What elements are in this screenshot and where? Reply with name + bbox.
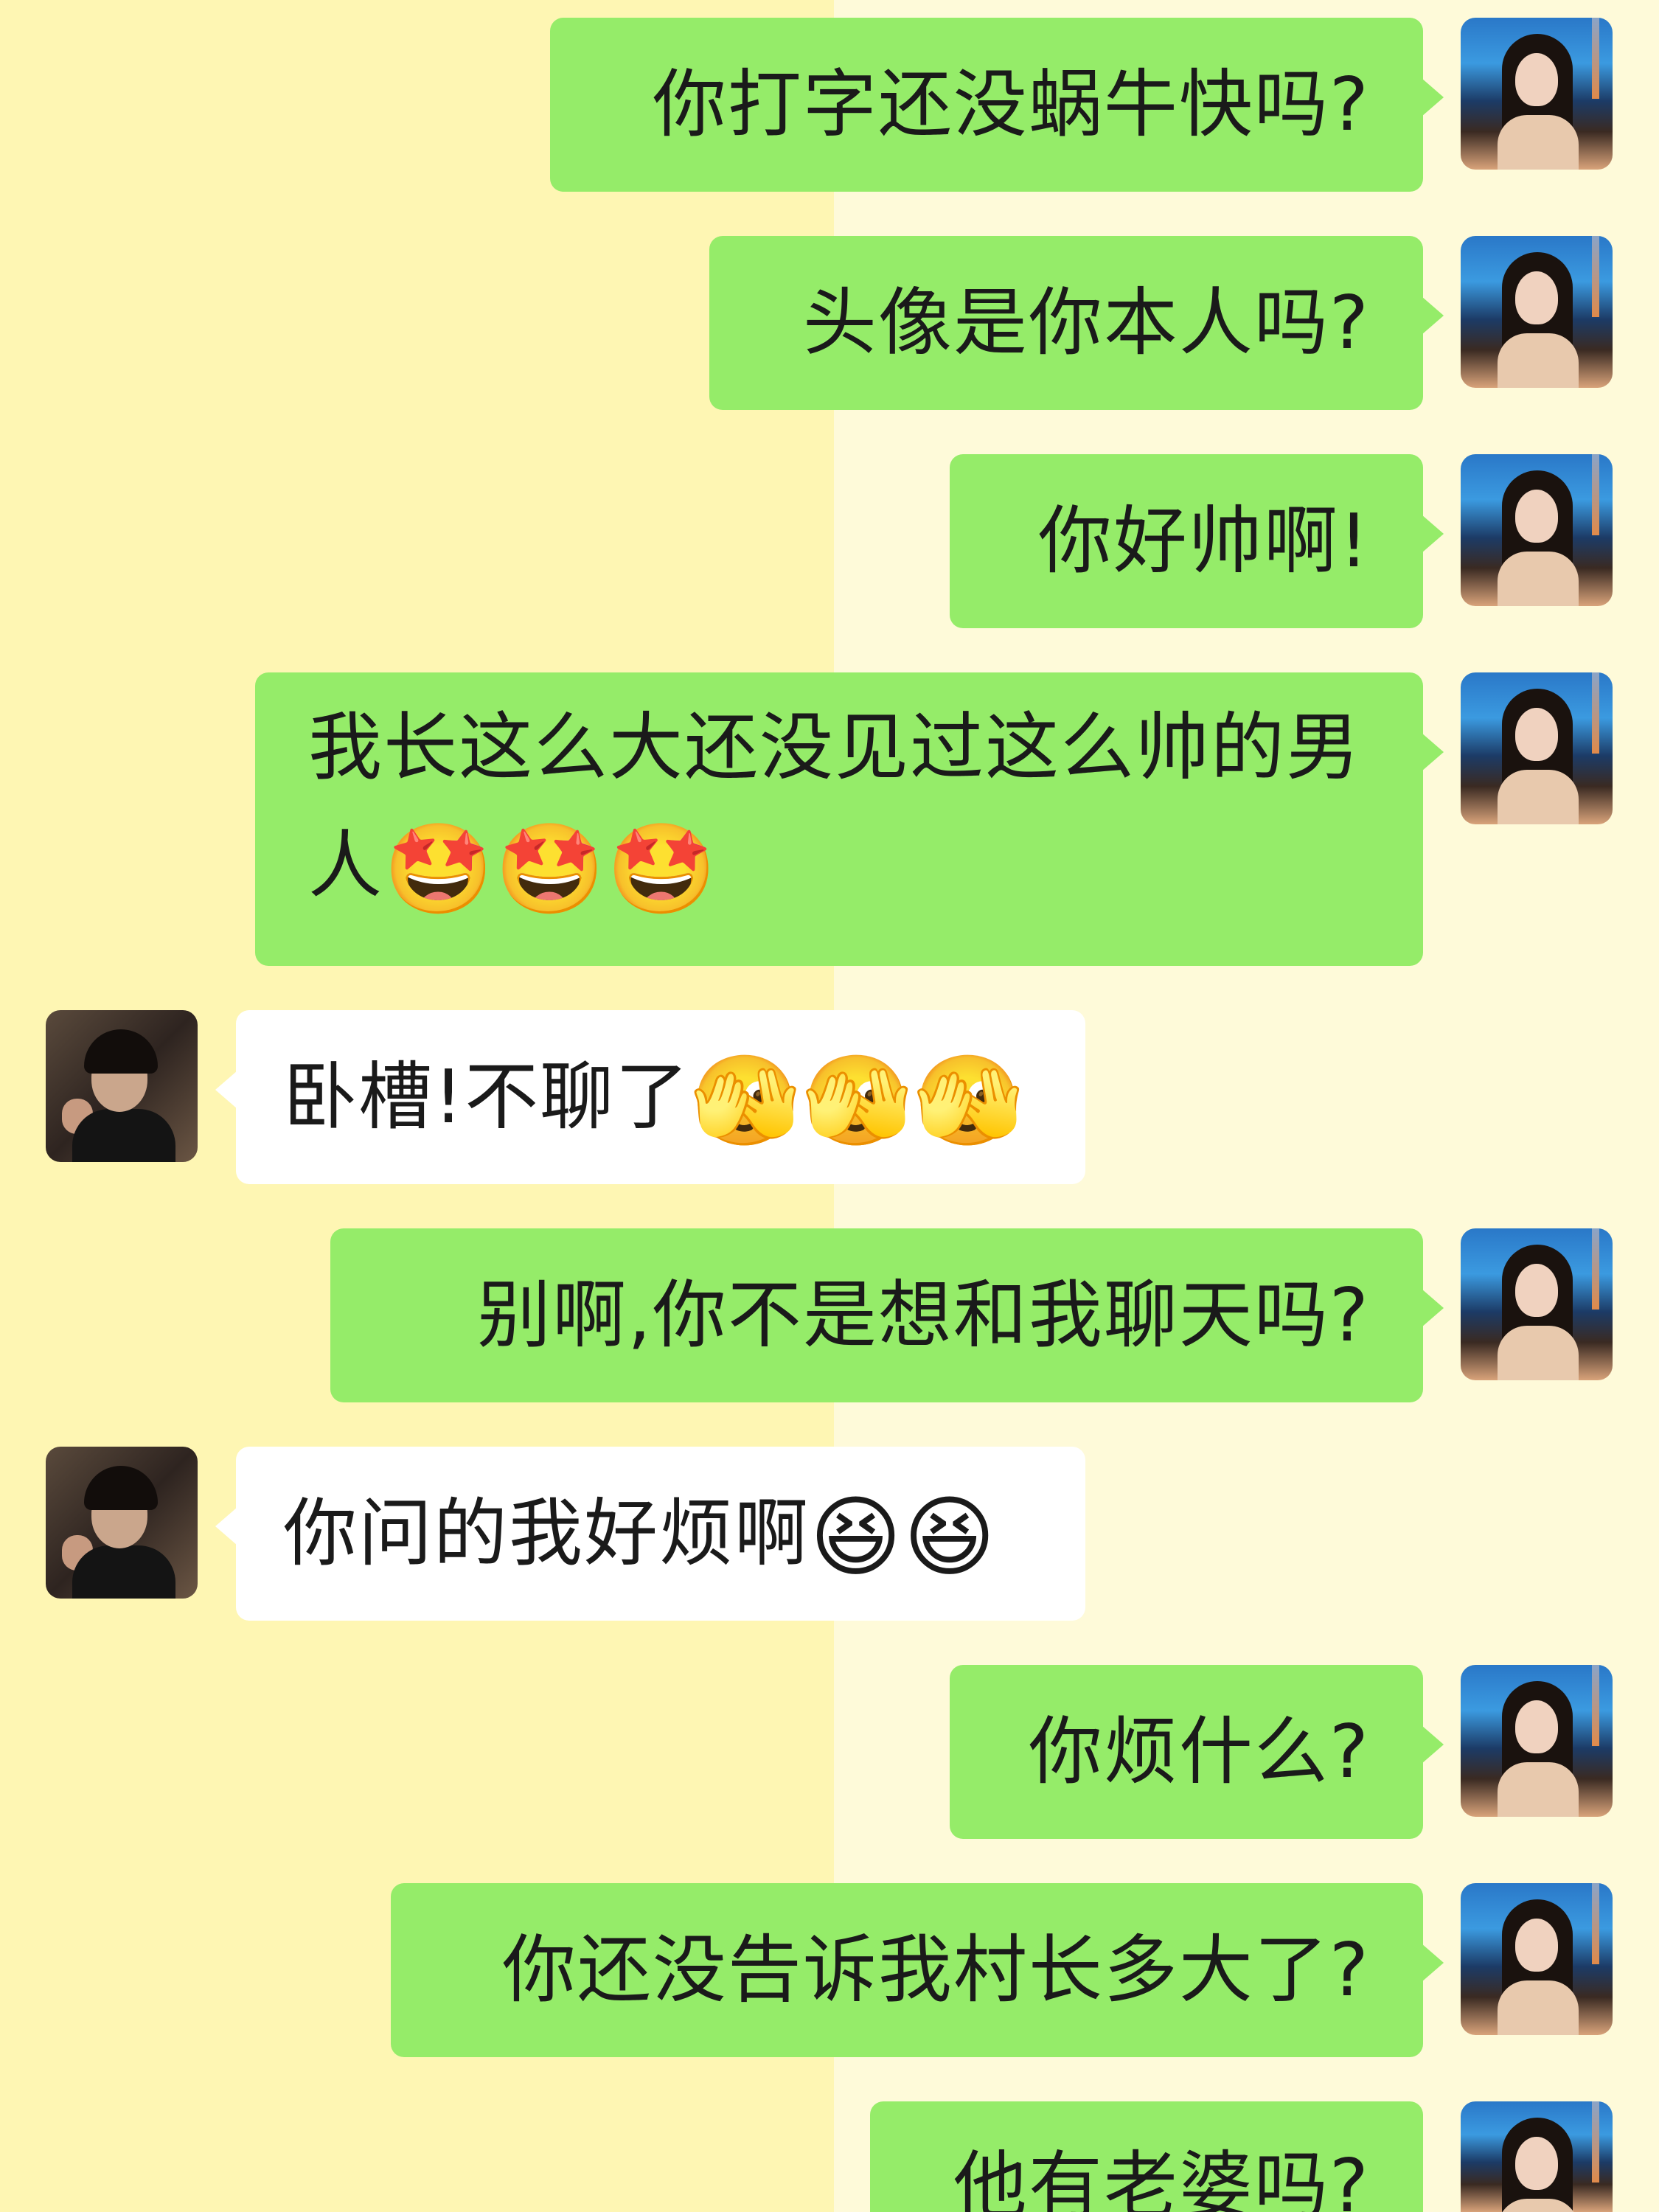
star-struck-emoji: 🤩🤩🤩 [383, 818, 719, 921]
message-bubble-sent[interactable]: 你打字还没蜗牛快吗? [550, 18, 1444, 192]
message-text: 你还没告诉我村长多大了? [501, 1927, 1370, 2013]
message-bubble-received[interactable]: 卧槽!不聊了🫣🫣🫣 [215, 1010, 1085, 1184]
message-text: 他有老婆吗? [953, 2143, 1370, 2212]
message-text: 别啊,你不是想和我聊天吗? [477, 1272, 1370, 1358]
my-avatar[interactable] [1461, 1228, 1613, 1380]
my-avatar[interactable] [1461, 18, 1613, 170]
my-avatar[interactable] [1461, 2101, 1613, 2212]
my-avatar[interactable] [1461, 1665, 1613, 1817]
message-bubble-sent[interactable]: 头像是你本人吗? [709, 236, 1444, 410]
message-bubble-sent[interactable]: 你好帅啊! [950, 454, 1444, 628]
message-bubble-sent[interactable]: 你烦什么? [950, 1665, 1444, 1839]
my-avatar[interactable] [1461, 1883, 1613, 2035]
peeking-emoji: 🫣🫣🫣 [690, 1050, 1026, 1152]
my-avatar[interactable] [1461, 236, 1613, 388]
message-text: 你打字还没蜗牛快吗? [652, 61, 1370, 147]
my-avatar[interactable] [1461, 454, 1613, 606]
message-bubble-sent[interactable]: 他有老婆吗? [870, 2101, 1423, 2212]
message-bubble-sent[interactable]: 别啊,你不是想和我聊天吗? [330, 1228, 1444, 1402]
message-bubble-received[interactable]: 你问的我好烦啊😆😆 [215, 1447, 1085, 1621]
message-text: 卧槽!不聊了 [283, 1054, 691, 1140]
message-text: 你好帅啊! [1037, 498, 1370, 584]
message-bubble-sent[interactable]: 我长这么大还没见过这么帅的男人🤩🤩🤩 [255, 672, 1444, 966]
message-text: 头像是你本人吗? [802, 279, 1370, 366]
message-bubble-sent[interactable]: 你还没告诉我村长多大了? [391, 1883, 1444, 2057]
contact-avatar[interactable] [46, 1447, 198, 1599]
laughing-emoji: 😆😆 [810, 1486, 998, 1589]
message-text: 你烦什么? [1028, 1708, 1370, 1795]
contact-avatar[interactable] [46, 1010, 198, 1162]
my-avatar[interactable] [1461, 672, 1613, 824]
message-text: 你问的我好烦啊 [283, 1490, 810, 1576]
